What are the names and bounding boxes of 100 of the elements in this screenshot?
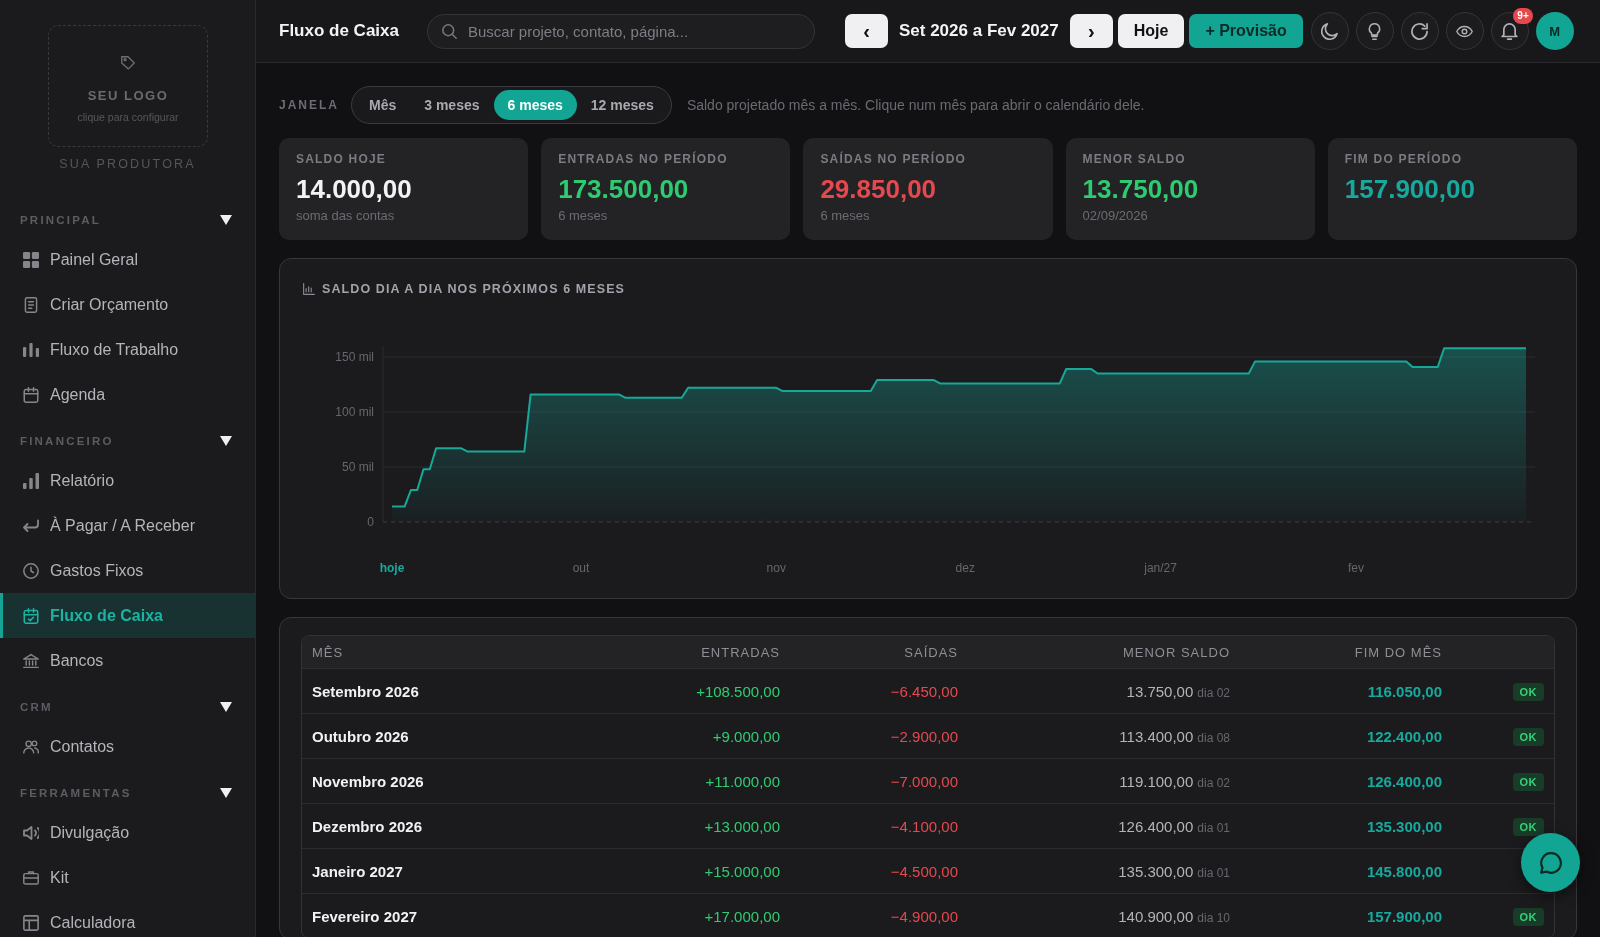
- month-cell[interactable]: Outubro 2026: [302, 713, 552, 758]
- refresh-icon: [1411, 22, 1429, 40]
- min-balance-day: dia 01: [1197, 820, 1230, 835]
- end-balance-cell: 157.900,00: [1240, 893, 1452, 937]
- nav-item[interactable]: Calculadora: [0, 900, 255, 937]
- card-note: 6 meses: [558, 208, 609, 224]
- bars-icon: [23, 341, 39, 358]
- period-option[interactable]: 12 meses: [576, 90, 668, 120]
- search-field[interactable]: Buscar projeto, contato, página...: [427, 13, 815, 49]
- expense-cell: −2.900,00: [790, 713, 968, 758]
- min-balance-day: dia 02: [1197, 775, 1230, 790]
- user-avatar[interactable]: M: [1535, 12, 1574, 50]
- briefcase-icon: [23, 869, 39, 886]
- min-balance-day: dia 08: [1197, 730, 1230, 745]
- card-value: 173.500,00: [558, 173, 690, 205]
- card-note: soma das contas: [296, 208, 396, 224]
- nav-item[interactable]: Fluxo de Caixa: [0, 593, 255, 638]
- min-balance-value: 13.750,00: [1126, 682, 1194, 700]
- x-axis-label: fev: [1347, 561, 1364, 575]
- period-label: Set 2026 a Fev 2027: [898, 21, 1060, 41]
- moon-icon: [1321, 22, 1339, 40]
- income-cell: +9.000,00: [552, 713, 790, 758]
- card-label: FIM DO PERÍODO: [1344, 152, 1464, 166]
- month-cell[interactable]: Dezembro 2026: [302, 803, 552, 848]
- next-button[interactable]: ›: [1069, 14, 1113, 48]
- end-balance-cell: 122.400,00: [1240, 713, 1452, 758]
- min-balance-day: dia 10: [1197, 910, 1230, 925]
- min-balance-value: 140.900,00: [1118, 907, 1194, 925]
- status-badge: OK: [1512, 907, 1544, 926]
- card-label: SAÍDAS NO PERÍODO: [820, 152, 968, 166]
- nav-item[interactable]: Relatório: [0, 458, 255, 503]
- caret-icon[interactable]: [220, 436, 232, 446]
- logo-hint: clique para configurar: [77, 111, 179, 124]
- previous-button[interactable]: ‹: [845, 14, 888, 48]
- nav-item[interactable]: Kit: [0, 855, 255, 900]
- section-title: PRINCIPAL: [20, 214, 101, 226]
- nav-item[interactable]: Bancos: [0, 638, 255, 683]
- expense-cell: −4.500,00: [790, 848, 968, 893]
- expense-cell: −6.450,00: [790, 668, 968, 713]
- company-name: SUA PRODUTORA: [58, 156, 197, 172]
- min-balance-day: dia 01: [1197, 865, 1230, 880]
- income-cell: +108.500,00: [552, 668, 790, 713]
- period-option[interactable]: Mês: [355, 90, 411, 120]
- page-title: Fluxo de Caixa: [279, 21, 399, 41]
- card-value: 29.850,00: [820, 173, 938, 205]
- nav-item[interactable]: Agenda: [0, 372, 255, 417]
- card-note: 02/09/2026: [1082, 208, 1149, 224]
- column-header: SAÍDAS: [790, 636, 968, 668]
- y-axis-label: 100 mil: [335, 405, 374, 419]
- card-label: ENTRADAS NO PERÍODO: [558, 152, 729, 166]
- month-cell[interactable]: Setembro 2026: [302, 668, 552, 713]
- caret-icon[interactable]: [220, 788, 232, 798]
- card-value: 13.750,00: [1082, 173, 1200, 205]
- nav-item[interactable]: Divulgação: [0, 810, 255, 855]
- income-cell: +11.000,00: [552, 758, 790, 803]
- status-badge: OK: [1512, 772, 1544, 791]
- nav-item[interactable]: Contatos: [0, 724, 255, 769]
- bar-chart-icon: [23, 472, 39, 489]
- section-title: CRM: [20, 701, 53, 713]
- y-axis-label: 150 mil: [335, 350, 374, 364]
- notification-badge: 9+: [1513, 8, 1533, 24]
- min-balance-day: dia 02: [1197, 685, 1230, 700]
- y-axis-label: 50 mil: [342, 460, 374, 474]
- status-badge: OK: [1512, 727, 1544, 746]
- theme-button[interactable]: [1310, 12, 1349, 50]
- expense-cell: −4.100,00: [790, 803, 968, 848]
- nav-item[interactable]: Gastos Fixos: [0, 548, 255, 593]
- card-value: 14.000,00: [296, 173, 413, 205]
- tag-icon: [121, 56, 135, 70]
- period-option[interactable]: 3 meses: [410, 90, 494, 120]
- end-balance-cell: 116.050,00: [1240, 668, 1452, 713]
- x-axis-label: dez: [955, 561, 975, 575]
- document-icon: [23, 296, 39, 313]
- section-title: FERRAMENTAS: [20, 787, 132, 799]
- refresh-button[interactable]: [1400, 12, 1439, 50]
- window-label: JANELA: [279, 98, 339, 112]
- visibility-button[interactable]: [1445, 12, 1484, 50]
- caret-icon[interactable]: [220, 215, 232, 225]
- month-cell[interactable]: Janeiro 2027: [302, 848, 552, 893]
- nav-item[interactable]: Criar Orçamento: [0, 282, 255, 327]
- add-provision-button[interactable]: + Provisão: [1189, 14, 1303, 48]
- month-cell[interactable]: Novembro 2026: [302, 758, 552, 803]
- search-icon: [442, 23, 457, 39]
- card-value: 157.900,00: [1344, 173, 1476, 205]
- nav-item[interactable]: À Pagar / A Receber: [0, 503, 255, 548]
- end-balance-cell: 135.300,00: [1240, 803, 1452, 848]
- caret-icon[interactable]: [220, 702, 232, 712]
- month-cell[interactable]: Fevereiro 2027: [302, 893, 552, 937]
- x-axis-label: nov: [766, 561, 786, 575]
- end-balance-cell: 126.400,00: [1240, 758, 1452, 803]
- x-axis-label: out: [572, 561, 590, 575]
- x-axis-label: jan/27: [1144, 561, 1177, 575]
- income-cell: +15.000,00: [552, 848, 790, 893]
- y-axis-label: 0: [367, 515, 374, 529]
- tips-button[interactable]: [1355, 12, 1394, 50]
- nav-item[interactable]: Fluxo de Trabalho: [0, 327, 255, 372]
- chart-title: SALDO DIA A DIA NOS PRÓXIMOS 6 MESES: [322, 282, 626, 296]
- speaker-icon: [23, 824, 39, 841]
- today-button[interactable]: Hoje: [1117, 14, 1185, 48]
- nav-item[interactable]: Painel Geral: [0, 237, 255, 282]
